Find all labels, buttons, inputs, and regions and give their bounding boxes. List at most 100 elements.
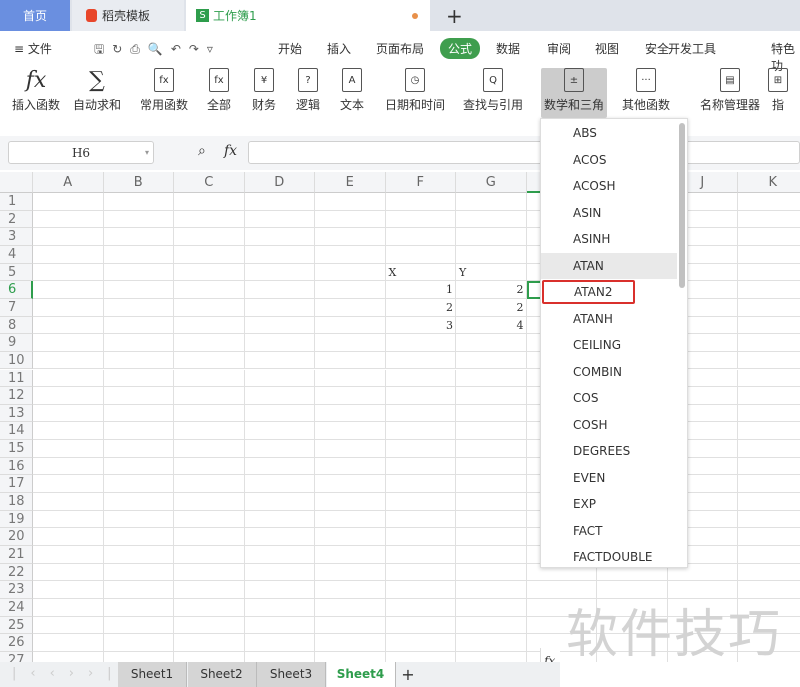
column-header[interactable]: A bbox=[33, 172, 104, 193]
sheet-nav-buttons[interactable]: |‹‹››| bbox=[12, 666, 126, 681]
cell[interactable] bbox=[103, 193, 174, 211]
cell[interactable] bbox=[33, 510, 104, 529]
cell[interactable] bbox=[174, 563, 245, 582]
fx-icon[interactable]: fx bbox=[224, 143, 237, 159]
cell[interactable] bbox=[738, 422, 800, 441]
cell[interactable] bbox=[738, 246, 800, 264]
cell[interactable] bbox=[456, 351, 527, 370]
quick-access-icons[interactable]: 🖫↻⎙🔍↶↷▿ bbox=[94, 40, 221, 61]
cell[interactable] bbox=[244, 281, 315, 299]
cell[interactable] bbox=[244, 563, 315, 582]
cell[interactable] bbox=[315, 528, 386, 546]
cell[interactable] bbox=[456, 528, 527, 546]
cell-F8[interactable]: 3 bbox=[386, 317, 457, 335]
row-header[interactable]: 8 bbox=[0, 316, 33, 335]
column-header[interactable]: D bbox=[244, 172, 315, 193]
cell[interactable] bbox=[385, 616, 456, 635]
menu-8[interactable]: 开发工具 bbox=[668, 40, 716, 57]
ribbon-0[interactable]: fx 插入函数 bbox=[12, 68, 60, 113]
cell[interactable] bbox=[244, 210, 315, 229]
function-item[interactable]: FACT bbox=[541, 518, 677, 544]
row-header[interactable]: 2 bbox=[0, 210, 33, 229]
cell[interactable] bbox=[244, 440, 315, 458]
cell-G5[interactable]: Y bbox=[456, 264, 527, 282]
cell[interactable] bbox=[738, 370, 800, 388]
cell[interactable] bbox=[386, 651, 456, 662]
column-header[interactable]: B bbox=[103, 172, 174, 193]
ribbon-7[interactable]: ◷ 日期和时间 bbox=[385, 68, 445, 113]
cell[interactable] bbox=[174, 387, 245, 405]
cell[interactable] bbox=[315, 651, 386, 662]
cell[interactable] bbox=[456, 475, 527, 494]
cell[interactable] bbox=[103, 546, 174, 564]
cell[interactable] bbox=[103, 563, 174, 582]
cell[interactable] bbox=[33, 457, 104, 476]
cell[interactable] bbox=[456, 228, 527, 246]
cell[interactable] bbox=[315, 334, 386, 352]
cell[interactable] bbox=[174, 422, 245, 441]
cell[interactable] bbox=[738, 317, 800, 335]
cell[interactable] bbox=[315, 634, 386, 652]
cell[interactable] bbox=[245, 651, 315, 662]
cell[interactable] bbox=[244, 263, 315, 282]
row-header[interactable]: 6 bbox=[0, 281, 33, 299]
cell[interactable] bbox=[244, 316, 315, 335]
ribbon-5[interactable]: ? 逻辑 bbox=[296, 68, 320, 113]
cell[interactable] bbox=[385, 440, 456, 458]
cell[interactable] bbox=[103, 228, 174, 246]
cell[interactable] bbox=[174, 210, 245, 229]
cell[interactable] bbox=[103, 528, 174, 546]
cell[interactable] bbox=[244, 634, 315, 652]
cell[interactable] bbox=[174, 245, 245, 264]
cell[interactable] bbox=[103, 263, 174, 282]
cell[interactable] bbox=[385, 510, 456, 529]
cell[interactable] bbox=[244, 475, 315, 494]
sheet-tab[interactable]: Sheet3 bbox=[257, 662, 326, 687]
row-header[interactable]: 13 bbox=[0, 404, 33, 423]
cell[interactable] bbox=[33, 369, 104, 388]
cell[interactable] bbox=[315, 298, 386, 317]
cell[interactable] bbox=[33, 351, 104, 370]
column-header[interactable]: G bbox=[456, 172, 527, 193]
row-header[interactable]: 21 bbox=[0, 546, 33, 564]
cell[interactable] bbox=[738, 352, 800, 370]
row-header[interactable]: 3 bbox=[0, 228, 33, 246]
cell[interactable] bbox=[174, 528, 245, 546]
cell[interactable] bbox=[33, 334, 104, 352]
cell[interactable] bbox=[33, 598, 104, 617]
cell[interactable] bbox=[103, 598, 174, 617]
cell[interactable] bbox=[315, 440, 386, 458]
cell[interactable] bbox=[244, 616, 315, 635]
cell[interactable] bbox=[315, 475, 386, 494]
cell[interactable] bbox=[103, 316, 174, 335]
cell[interactable] bbox=[738, 281, 800, 299]
cell[interactable] bbox=[315, 351, 386, 370]
ribbon-10[interactable]: ··· 其他函数 bbox=[622, 68, 670, 113]
cell[interactable] bbox=[315, 510, 386, 529]
cell[interactable] bbox=[385, 387, 456, 405]
row-header[interactable]: 15 bbox=[0, 440, 33, 458]
cell[interactable] bbox=[33, 316, 104, 335]
cell[interactable] bbox=[174, 369, 245, 388]
cell[interactable] bbox=[174, 546, 245, 564]
tab-workbook[interactable]: S 工作簿1 bbox=[186, 0, 430, 31]
cell[interactable] bbox=[738, 228, 800, 246]
cell-G7[interactable]: 2 bbox=[456, 299, 527, 317]
cell[interactable] bbox=[33, 404, 104, 423]
cell[interactable] bbox=[244, 404, 315, 423]
cell[interactable] bbox=[244, 546, 315, 564]
function-item[interactable]: ACOS bbox=[541, 147, 677, 173]
function-item[interactable]: ATANH bbox=[541, 306, 677, 332]
cell[interactable] bbox=[174, 598, 245, 617]
column-header[interactable]: F bbox=[385, 172, 456, 193]
cell[interactable] bbox=[103, 245, 174, 264]
menu-1[interactable]: 插入 bbox=[327, 40, 351, 57]
cell[interactable] bbox=[738, 405, 800, 423]
cell[interactable] bbox=[244, 245, 315, 264]
row-header[interactable]: 9 bbox=[0, 334, 33, 352]
row-header[interactable]: 1 bbox=[0, 193, 33, 211]
cell[interactable] bbox=[174, 440, 245, 458]
cell[interactable] bbox=[456, 581, 527, 599]
cell[interactable] bbox=[244, 369, 315, 388]
cell[interactable] bbox=[456, 546, 527, 564]
